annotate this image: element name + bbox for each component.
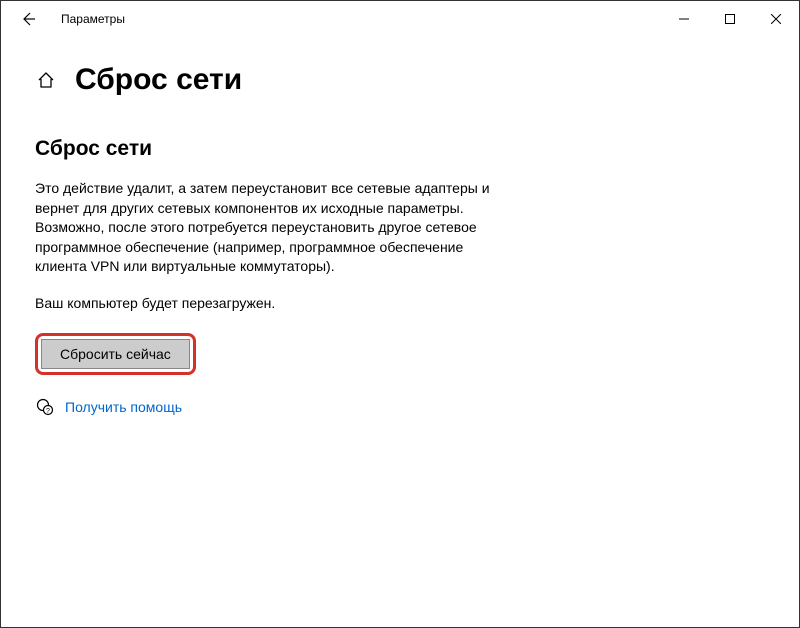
help-icon: ? xyxy=(35,397,55,417)
page-title: Сброс сети xyxy=(75,63,242,97)
warning-text: Ваш компьютер будет перезагружен. xyxy=(35,295,765,311)
maximize-button[interactable] xyxy=(707,3,753,35)
close-icon xyxy=(771,14,781,24)
back-button[interactable] xyxy=(13,4,43,34)
home-icon[interactable] xyxy=(35,69,57,91)
description-text: Это действие удалит, а затем переустанов… xyxy=(35,179,515,277)
content-area: Сброс сети Сброс сети Это действие удали… xyxy=(1,37,799,417)
maximize-icon xyxy=(725,14,735,24)
reset-button-highlight: Сбросить сейчас xyxy=(35,333,196,375)
section-title: Сброс сети xyxy=(35,137,765,161)
minimize-icon xyxy=(679,14,689,24)
page-header: Сброс сети xyxy=(35,63,765,97)
window-title: Параметры xyxy=(61,12,125,26)
window-controls xyxy=(661,3,799,35)
arrow-left-icon xyxy=(20,11,36,27)
help-row: ? Получить помощь xyxy=(35,397,765,417)
get-help-link[interactable]: Получить помощь xyxy=(65,399,182,415)
titlebar: Параметры xyxy=(1,1,799,37)
reset-now-button[interactable]: Сбросить сейчас xyxy=(41,339,190,369)
minimize-button[interactable] xyxy=(661,3,707,35)
svg-text:?: ? xyxy=(46,408,50,415)
close-button[interactable] xyxy=(753,3,799,35)
